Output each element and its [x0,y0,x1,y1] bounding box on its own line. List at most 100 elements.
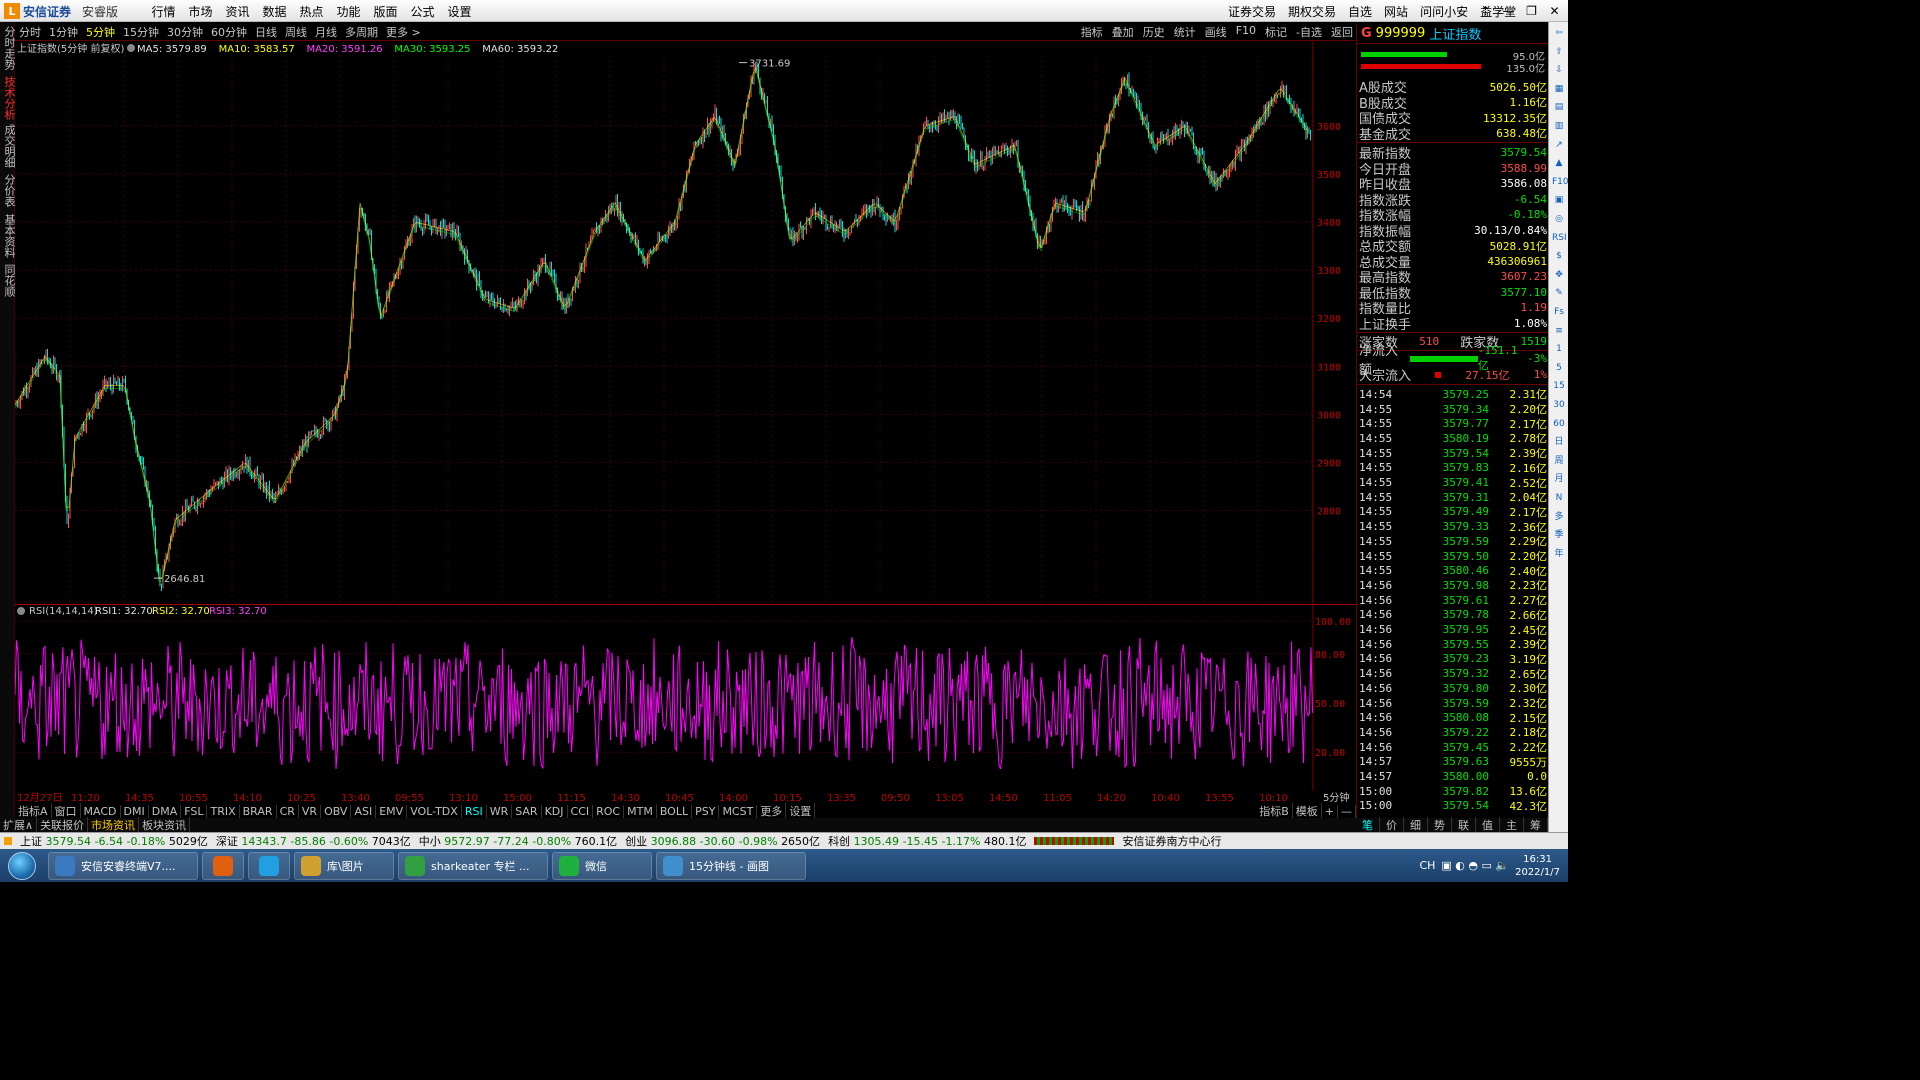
sidebar-tool-icon[interactable]: ▥ [1552,119,1566,133]
indicator-tab-22[interactable]: PSY [692,804,720,818]
sidebar-tool-icon[interactable]: 5 [1552,361,1566,375]
taskbar-app-6[interactable]: 15分钟线 - 画图 [656,851,806,880]
period-2[interactable]: 5分钟 [86,24,115,40]
right-menu-0[interactable]: 证券交易 [1222,3,1282,20]
sidebar-tool-icon[interactable]: 1 [1552,342,1566,356]
sidebar-tool-icon[interactable]: ▦ [1552,82,1566,96]
index-quote-4[interactable]: 科创 1305.49 -15.45 -1.17% 480.1亿 [828,833,1026,849]
indicator-tab-10[interactable]: OBV [321,804,352,818]
tool-3[interactable]: 统计 [1174,24,1196,40]
sidebar-tool-icon[interactable]: Fs [1552,305,1566,319]
sidebar-tool-icon[interactable]: ▣ [1552,193,1566,207]
right-menu-1[interactable]: 期权交易 [1282,3,1342,20]
close-icon[interactable]: ✕ [1543,4,1566,18]
sidebar-tool-icon[interactable]: 15 [1552,379,1566,393]
quote-tab-1[interactable]: 价 [1380,817,1404,833]
sidebar-tool-icon[interactable]: F10 [1552,175,1568,189]
sidebar-tool-icon[interactable]: ▲ [1552,156,1566,170]
kline-chart[interactable]: 3600 3500 3400 3300 3200 3100 3000 2900 2800 上证指数… [14,40,1356,605]
quote-tab-5[interactable]: 值 [1476,817,1500,833]
tool-0[interactable]: 指标 [1081,24,1103,40]
sidebar-tool-icon[interactable]: $ [1552,249,1566,263]
indicator-tab-6[interactable]: TRIX [207,804,240,818]
quote-tab-6[interactable]: 主 [1500,817,1524,833]
sidebar-tool-icon[interactable]: ✎ [1552,286,1566,300]
menu-8[interactable]: 设置 [441,3,478,20]
menu-7[interactable]: 公式 [404,3,441,20]
sidebar-tool-icon[interactable]: 年 [1552,547,1566,561]
period-5[interactable]: 60分钟 [211,24,247,40]
indicator-tab-15[interactable]: WR [487,804,513,818]
indicator-tab-8[interactable]: CR [277,804,299,818]
sidebar-tool-icon[interactable]: 多 [1552,510,1566,524]
rsi-collapse-icon[interactable] [17,607,25,615]
indicator-tab-21[interactable]: BOLL [657,804,693,818]
language-indicator[interactable]: CH [1419,859,1435,872]
index-quote-0[interactable]: 上证 3579.54 -6.54 -0.18% 5029亿 [20,833,208,849]
indicator-tab-7[interactable]: BRAR [240,804,277,818]
start-button[interactable] [0,849,44,882]
indicator-tab-17[interactable]: KDJ [542,804,568,818]
indicator-tab-23[interactable]: MCST [719,804,758,818]
sidebar-tool-icon[interactable]: ⇧ [1552,45,1566,59]
period-1[interactable]: 1分钟 [49,24,78,40]
period-9[interactable]: 多周期 [345,24,378,40]
tool-1[interactable]: 叠加 [1112,24,1134,40]
sidebar-tool-icon[interactable]: N [1552,491,1566,505]
taskbar-app-1[interactable] [202,851,244,880]
indicator-tab-18[interactable]: CCI [568,804,594,818]
indicator-tab-16[interactable]: SAR [512,804,542,818]
subtab-3[interactable]: 板块资讯 [139,817,191,833]
sidebar-tool-icon[interactable]: 月 [1552,472,1566,486]
indicator-tab-25[interactable]: 设置 [786,803,816,819]
sidebar-tool-icon[interactable]: ↗ [1552,138,1566,152]
sidebar-tool-icon[interactable]: 60 [1552,417,1566,431]
quote-tab-0[interactable]: 笔 [1356,817,1380,833]
indicator-tab-9[interactable]: VR [299,804,322,818]
period-7[interactable]: 周线 [285,24,307,40]
tool-7[interactable]: -自选 [1296,24,1322,40]
quote-tab-2[interactable]: 细 [1404,817,1428,833]
quote-tab-4[interactable]: 联 [1452,817,1476,833]
quote-tab-3[interactable]: 势 [1428,817,1452,833]
indicator-tab-2[interactable]: MACD [81,804,121,818]
clock[interactable]: 16:31 2022/1/7 [1515,853,1560,879]
sidebar-tool-icon[interactable]: ⇦ [1552,26,1566,40]
subtab-0[interactable]: 扩展∧ [0,817,38,833]
indicator-tab-24[interactable]: 更多 [757,803,787,819]
indicator-tab-11[interactable]: ASI [351,804,377,818]
tool-5[interactable]: F10 [1236,24,1256,40]
left-tab-2[interactable]: 成交明细 [0,122,16,170]
menu-1[interactable]: 市场 [182,3,219,20]
sidebar-tool-icon[interactable]: ◎ [1552,212,1566,226]
taskbar-app-5[interactable]: 微信 [552,851,652,880]
tray-icons[interactable]: ▣ ◐ ◓ ▭ 🔈 [1441,859,1509,872]
right-menu-4[interactable]: 问问小安 [1414,3,1474,20]
indicator-tab-12[interactable]: EMV [376,804,408,818]
left-tab-5[interactable]: 同花顺 [0,262,16,299]
pin-icon[interactable]: ⇡ [1474,4,1497,18]
menu-2[interactable]: 资讯 [219,3,256,20]
sidebar-tool-icon[interactable]: ✥ [1552,268,1566,282]
subtab-1[interactable]: 关联报价 [37,817,89,833]
indicator-tab-14[interactable]: RSI [462,804,487,818]
sidebar-tool-icon[interactable]: ▤ [1552,100,1566,114]
indicator-tab-4[interactable]: DMA [149,804,182,818]
index-quote-1[interactable]: 深证 14343.7 -85.86 -0.60% 7043亿 [216,833,411,849]
tool-8[interactable]: 返回 [1331,24,1353,40]
period-10[interactable]: 更多 > [386,24,421,40]
left-tab-4[interactable]: 基本资料 [0,212,16,260]
subtab-2[interactable]: 市场资讯 [88,817,140,833]
taskbar-app-2[interactable] [248,851,290,880]
left-tab-1[interactable]: 技术分析 [0,74,16,122]
sidebar-tool-icon[interactable]: ⇩ [1552,63,1566,77]
indicator-tab-3[interactable]: DMI [121,804,149,818]
minimize-icon[interactable]: — [1497,4,1520,18]
rsi-chart[interactable]: 100.00 80.00 50.00 20.00 RSI(14,14,14) RSI1: … [14,604,1356,791]
taskbar-app-0[interactable]: 安信安睿终端V7.... [48,851,198,880]
indicator-tab-13[interactable]: VOL-TDX [407,804,462,818]
menu-4[interactable]: 热点 [293,3,330,20]
period-4[interactable]: 30分钟 [167,24,203,40]
menu-6[interactable]: 版面 [367,3,404,20]
period-0[interactable]: 分时 [19,24,41,40]
